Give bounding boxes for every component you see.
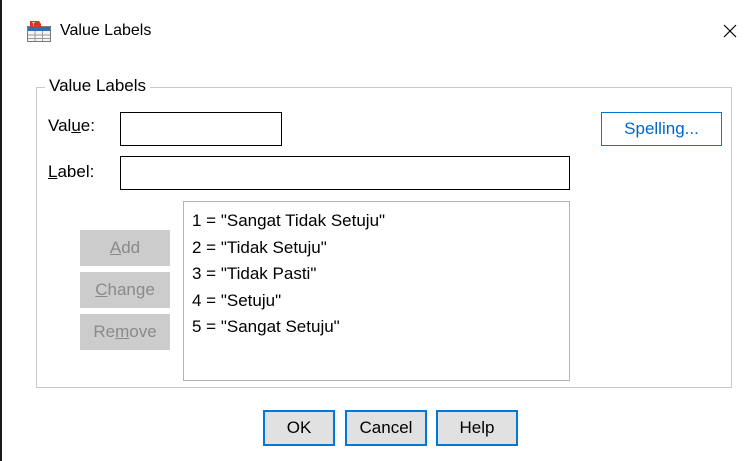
ok-button[interactable]: OK: [263, 410, 335, 446]
list-item[interactable]: 5 = "Sangat Setuju": [192, 314, 569, 341]
label-label: Label:: [48, 162, 95, 181]
list-item[interactable]: 3 = "Tidak Pasti": [192, 261, 569, 288]
cancel-button[interactable]: Cancel: [345, 410, 427, 446]
list-item[interactable]: 1 = "Sangat Tidak Setuju": [192, 208, 569, 235]
help-button[interactable]: Help: [436, 410, 518, 446]
spelling-button[interactable]: Spelling...: [601, 112, 722, 146]
close-icon: [723, 24, 737, 38]
value-labels-app-icon: T: [27, 21, 51, 42]
list-item[interactable]: 4 = "Setuju": [192, 288, 569, 315]
add-button[interactable]: Add: [80, 230, 170, 266]
label-input[interactable]: [120, 156, 570, 190]
title-bar: T Value Labels: [0, 0, 756, 64]
value-label: Value:: [48, 116, 95, 135]
remove-button[interactable]: Re m ove: [80, 314, 170, 350]
value-input[interactable]: [120, 112, 282, 146]
value-labels-list[interactable]: 1 = "Sangat Tidak Setuju" 2 = "Tidak Set…: [183, 201, 570, 381]
value-labels-group-legend: Value Labels: [45, 76, 151, 96]
close-button[interactable]: [715, 16, 745, 46]
window-left-edge: [0, 0, 2, 461]
list-item[interactable]: 2 = "Tidak Setuju": [192, 235, 569, 262]
change-button[interactable]: Change: [80, 272, 170, 308]
window-title: Value Labels: [60, 22, 152, 39]
